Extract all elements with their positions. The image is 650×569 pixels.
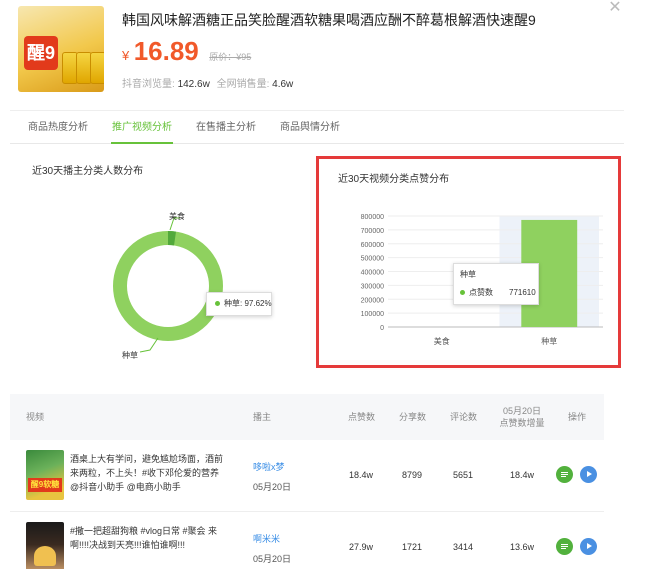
tab-product-heat[interactable]: 商品热度分析	[28, 111, 88, 144]
th-comments[interactable]: 评论数	[450, 394, 477, 440]
video-description: #撒一把超甜狗粮 #vlog日常 #聚会 来啊!!!!决战到天亮!!!谁怕谁啊!…	[70, 526, 218, 550]
product-title: 韩国风味解酒糖正品笑脸醒酒软糖果喝酒应酬不醉葛根解酒快速醒9	[122, 12, 536, 28]
shares-value: 1721	[401, 542, 423, 552]
bar-tooltip-value: 771610	[509, 288, 536, 297]
author-category-panel: 近30天播主分类人数分布 美食 种草 种草: 97.62%	[12, 150, 302, 365]
likes-value: 18.4w	[348, 470, 374, 480]
donut-tooltip: 种草: 97.62%	[206, 292, 272, 316]
series-dot-icon	[460, 290, 465, 296]
donut-tooltip-text: 种草: 97.62%	[224, 299, 272, 308]
details-button[interactable]	[556, 466, 573, 483]
bar-tooltip-series: 点赞数	[469, 288, 493, 297]
table-header: 视频 播主 点赞数 分享数 评论数 05月20日 点赞数增量 操作	[10, 394, 604, 440]
tab-product-sentiment[interactable]: 商品舆情分析	[280, 111, 340, 144]
bar-chart: 800000 700000 600000 500000 400000 300000 2000…	[361, 214, 603, 346]
product-stats: 抖音浏览量: 142.6w 全网销售量: 4.6w	[122, 75, 297, 90]
series-dot-icon	[215, 301, 220, 307]
author-link[interactable]: 啊米米	[253, 532, 280, 545]
stat-value-sales: 4.6w	[272, 79, 294, 90]
donut-label-meishi: 美食	[169, 211, 185, 221]
tab-selling-authors[interactable]: 在售播主分析	[196, 111, 256, 144]
donut-chart: 美食 种草	[113, 211, 223, 360]
th-video: 视频	[26, 412, 45, 422]
play-button[interactable]	[580, 538, 597, 555]
th-author: 播主	[253, 412, 272, 422]
y-tick-label: 700000	[361, 228, 384, 235]
video-thumbnail[interactable]: 醒9软糖	[26, 450, 64, 500]
author-date: 05月20日	[253, 482, 292, 492]
video-thumbnail-caption: 醒9软糖	[28, 478, 62, 492]
increment-value: 13.6w	[509, 542, 535, 552]
th-shares[interactable]: 分享数	[399, 394, 426, 440]
product-logo-text: 醒9	[24, 36, 58, 70]
th-increment-label: 点赞数增量	[499, 418, 545, 428]
stat-label-views: 抖音浏览量:	[122, 79, 175, 90]
analysis-tabs: 商品热度分析 推广视频分析 在售播主分析 商品舆情分析	[10, 110, 624, 144]
close-icon[interactable]: ✕	[608, 0, 622, 16]
y-tick-label: 300000	[361, 283, 384, 290]
bar-tooltip-category: 种草	[460, 270, 476, 279]
bar-tooltip: 种草 点赞数 771610	[453, 263, 539, 305]
shares-value: 8799	[401, 470, 423, 480]
table-row: #撒一把超甜狗粮 #vlog日常 #聚会 来啊!!!!决战到天亮!!!谁怕谁啊!…	[10, 512, 604, 569]
increment-value: 18.4w	[509, 470, 535, 480]
y-tick-label: 800000	[361, 214, 384, 221]
y-tick-label: 200000	[361, 297, 384, 304]
comments-value: 3414	[452, 542, 474, 552]
play-button[interactable]	[580, 466, 597, 483]
donut-label-zhongcao: 种草	[122, 350, 138, 360]
tab-promo-video[interactable]: 推广视频分析	[111, 111, 173, 144]
y-tick-label: 600000	[361, 242, 384, 249]
stat-label-sales: 全网销售量:	[216, 79, 270, 90]
stat-value-views: 142.6w	[177, 79, 210, 90]
video-thumbnail-figure	[34, 546, 56, 566]
donut-slice-zhongcao[interactable]	[113, 231, 223, 341]
can-shape	[90, 52, 104, 84]
th-ops: 操作	[568, 412, 587, 422]
video-thumbnail[interactable]	[26, 522, 64, 569]
th-increment-date: 05月20日	[502, 406, 542, 416]
x-tick-label: 种草	[541, 336, 557, 346]
y-tick-label: 500000	[361, 256, 384, 263]
product-header: 醒9 韩国风味解酒糖正品笑脸醒酒软糖果喝酒应酬不醉葛根解酒快速醒9 ✕ ¥ 16…	[0, 0, 650, 108]
comments-value: 5651	[452, 470, 474, 480]
likes-value: 27.9w	[348, 542, 374, 552]
details-button[interactable]	[556, 538, 573, 555]
y-tick-label: 100000	[361, 311, 384, 318]
original-price: 原价：¥95	[209, 52, 252, 62]
y-tick-label: 0	[380, 325, 384, 332]
table-row: 醒9软糖 酒桌上大有学问，避免尴尬场面，酒前来两粒，不上头！#收下邓伦爱的营养 …	[10, 440, 604, 512]
label-line-bottom	[139, 337, 159, 353]
video-description: 酒桌上大有学问，避免尴尬场面，酒前来两粒，不上头！#收下邓伦爱的营养 @抖音小助…	[70, 454, 224, 492]
video-like-distribution-panel: 近30天视频分类点赞分布 800000 700000 600000 500000 400…	[316, 156, 621, 368]
price-row: ¥ 16.89 原价：¥95	[122, 36, 251, 68]
product-thumbnail: 醒9	[18, 6, 104, 92]
author-link[interactable]: 哆啦x梦	[253, 460, 285, 473]
y-tick-label: 400000	[361, 270, 384, 277]
author-date: 05月20日	[253, 554, 292, 564]
x-tick-label: 美食	[434, 336, 450, 346]
price: 16.89	[133, 36, 199, 66]
currency-symbol: ¥	[122, 48, 130, 63]
th-likes[interactable]: 点赞数	[348, 394, 375, 440]
